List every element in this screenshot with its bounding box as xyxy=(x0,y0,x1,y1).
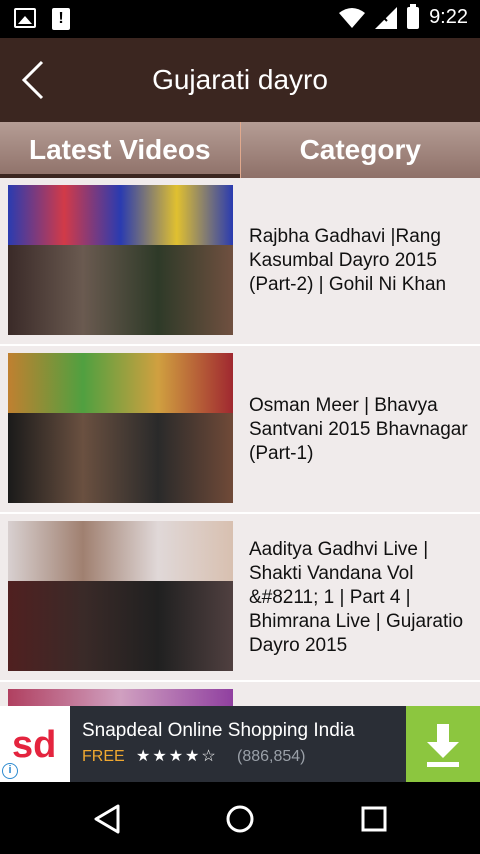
rating-stars: ★★★★☆ xyxy=(136,748,218,765)
video-title: Rajbha Gadhavi |Rang Kasumbal Dayro 2015… xyxy=(249,226,447,295)
video-list[interactable]: Rajbha Gadhavi |Rang Kasumbal Dayro 2015… xyxy=(0,178,480,706)
status-bar: ! 9:22 xyxy=(0,0,480,38)
home-circle-icon xyxy=(226,805,254,833)
list-item[interactable]: Rajbha Gadhavi |Rang Kasumbal Dayro 2015… xyxy=(0,178,480,346)
tab-bar: Latest Videos Category xyxy=(0,122,480,178)
status-time: 9:22 xyxy=(429,6,468,28)
tab-category[interactable]: Category xyxy=(239,122,480,178)
list-item[interactable]: Aaditya Gadhvi Live | Shakti Vandana Vol… xyxy=(0,514,480,682)
rating-count: (886,854) xyxy=(237,748,306,765)
download-icon xyxy=(427,724,459,767)
list-item[interactable] xyxy=(0,682,480,706)
snapdeal-logo: sd i xyxy=(0,706,70,782)
image-icon xyxy=(14,8,36,28)
wifi-icon xyxy=(339,7,366,28)
app-bar: Gujarati dayro xyxy=(0,38,480,122)
alert-icon: ! xyxy=(52,8,70,30)
battery-icon xyxy=(407,3,420,29)
list-item[interactable]: Osman Meer | Bhavya Santvani 2015 Bhavna… xyxy=(0,346,480,514)
nav-recents-button[interactable] xyxy=(354,802,394,836)
back-triangle-icon xyxy=(94,804,120,834)
nav-home-button[interactable] xyxy=(220,802,260,836)
nav-back-button[interactable] xyxy=(88,802,128,836)
video-thumbnail xyxy=(8,689,233,706)
ad-banner[interactable]: sd i Snapdeal Online Shopping India FREE… xyxy=(0,706,480,782)
video-thumbnail xyxy=(8,353,233,503)
recents-square-icon xyxy=(361,806,387,832)
download-button[interactable] xyxy=(406,706,480,782)
video-title: Aaditya Gadhvi Live | Shakti Vandana Vol… xyxy=(249,539,464,656)
signal-icon xyxy=(375,6,398,29)
page-title: Gujarati dayro xyxy=(152,64,328,95)
ad-price: FREE xyxy=(82,748,125,765)
video-thumbnail xyxy=(8,521,233,671)
video-title: Osman Meer | Bhavya Santvani 2015 Bhavna… xyxy=(249,395,468,464)
tab-latest-videos[interactable]: Latest Videos xyxy=(0,122,240,178)
info-icon[interactable]: i xyxy=(2,763,18,779)
video-thumbnail xyxy=(8,185,233,335)
navigation-bar xyxy=(0,782,480,854)
ad-title: Snapdeal Online Shopping India xyxy=(82,720,355,741)
